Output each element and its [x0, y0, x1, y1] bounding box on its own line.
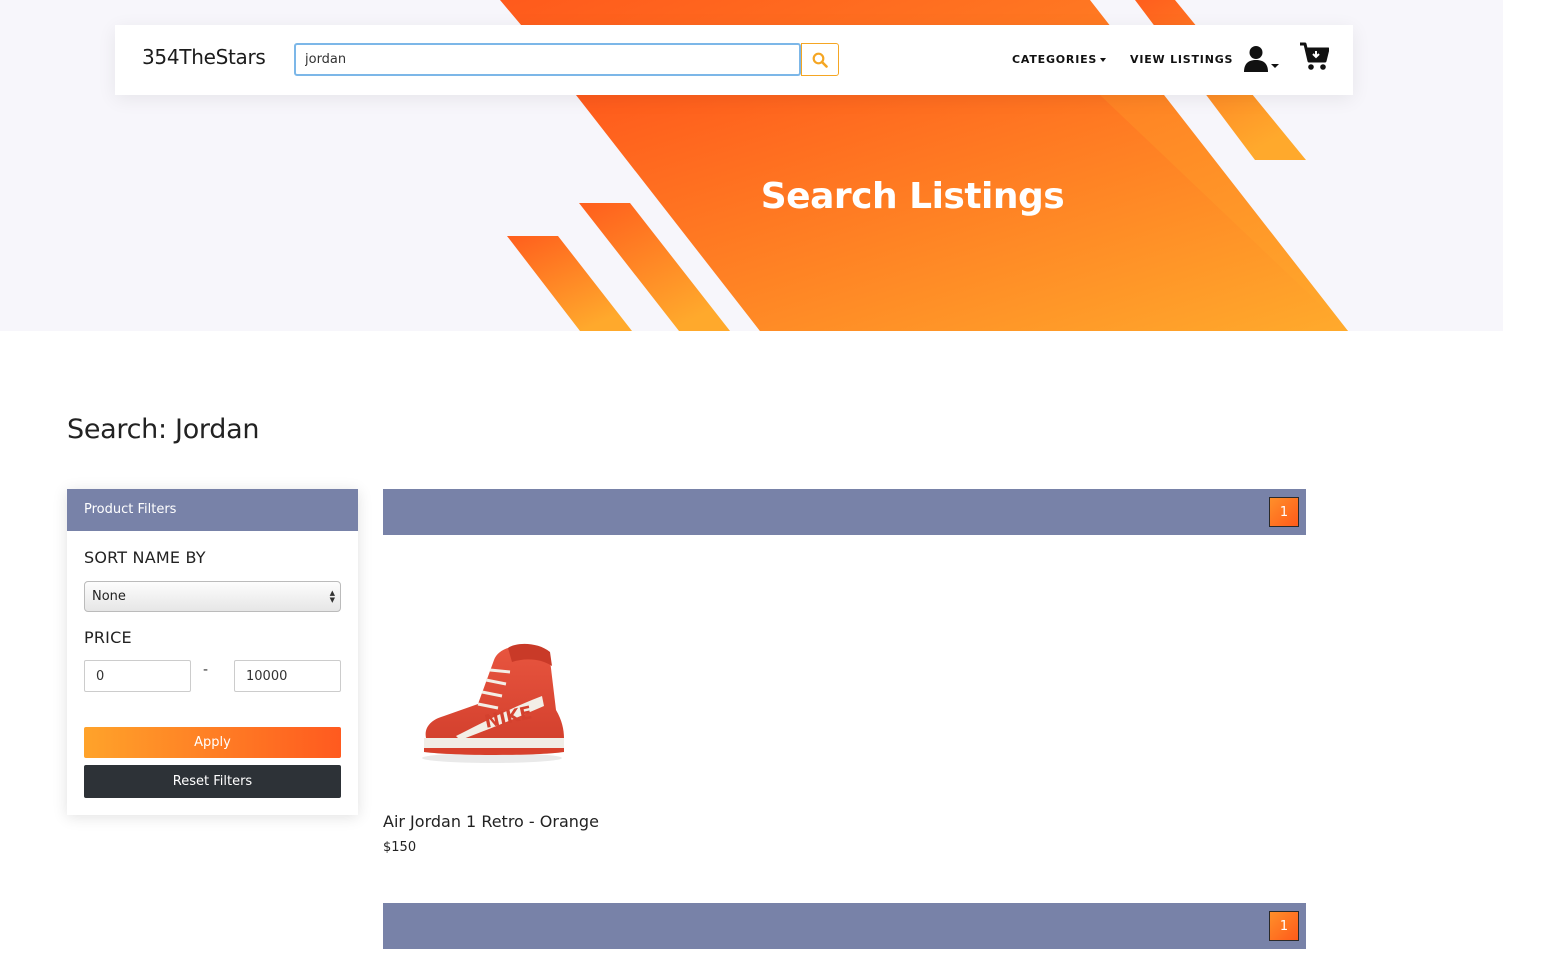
filters-header: Product Filters — [67, 489, 358, 531]
product-filters-panel: Product Filters SORT NAME BY None ▲ ▼ PRI… — [67, 489, 358, 815]
price-separator: - — [203, 662, 209, 678]
pagination-bar-top: 1 — [383, 489, 1306, 535]
user-icon — [1244, 46, 1279, 72]
cart-icon — [1300, 42, 1330, 70]
search-icon — [812, 52, 828, 68]
apply-button[interactable]: Apply — [84, 727, 341, 758]
product-card[interactable]: NIKE Air Jordan 1 Retro - Orange $150 — [383, 600, 613, 860]
page-title: Search: Jordan — [67, 414, 260, 445]
price-max-input[interactable]: 10000 — [234, 660, 341, 692]
cart-button[interactable] — [1299, 42, 1330, 72]
search-input[interactable] — [294, 43, 801, 76]
sort-label: SORT NAME BY — [84, 548, 206, 567]
nav-view-listings[interactable]: VIEW LISTINGS — [1130, 53, 1233, 66]
page-button[interactable]: 1 — [1269, 911, 1299, 941]
product-image[interactable]: NIKE — [416, 640, 566, 770]
product-name[interactable]: Air Jordan 1 Retro - Orange — [383, 812, 599, 831]
select-arrows-icon: ▲ ▼ — [329, 589, 335, 604]
sort-select[interactable]: None ▲ ▼ — [84, 581, 341, 612]
price-min-input[interactable]: 0 — [84, 660, 191, 692]
page-button[interactable]: 1 — [1269, 497, 1299, 527]
pagination-bar-bottom: 1 — [383, 903, 1306, 949]
hero-title: Search Listings — [760, 176, 1065, 217]
nav-categories-dropdown[interactable]: CATEGORIES — [1012, 53, 1107, 66]
search-button[interactable] — [801, 43, 839, 76]
nav-categories-label: CATEGORIES — [1012, 53, 1098, 66]
chevron-down-icon — [1100, 58, 1107, 62]
top-navbar: 354TheStars CATEGORIES VIEW LISTINGS — [115, 25, 1353, 95]
product-price: $150 — [383, 840, 417, 855]
sort-selected-value: None — [92, 589, 126, 604]
brand-logo[interactable]: 354TheStars — [142, 45, 266, 69]
reset-filters-button[interactable]: Reset Filters — [84, 765, 341, 798]
price-label: PRICE — [84, 628, 132, 647]
user-menu-dropdown[interactable] — [1244, 45, 1280, 75]
